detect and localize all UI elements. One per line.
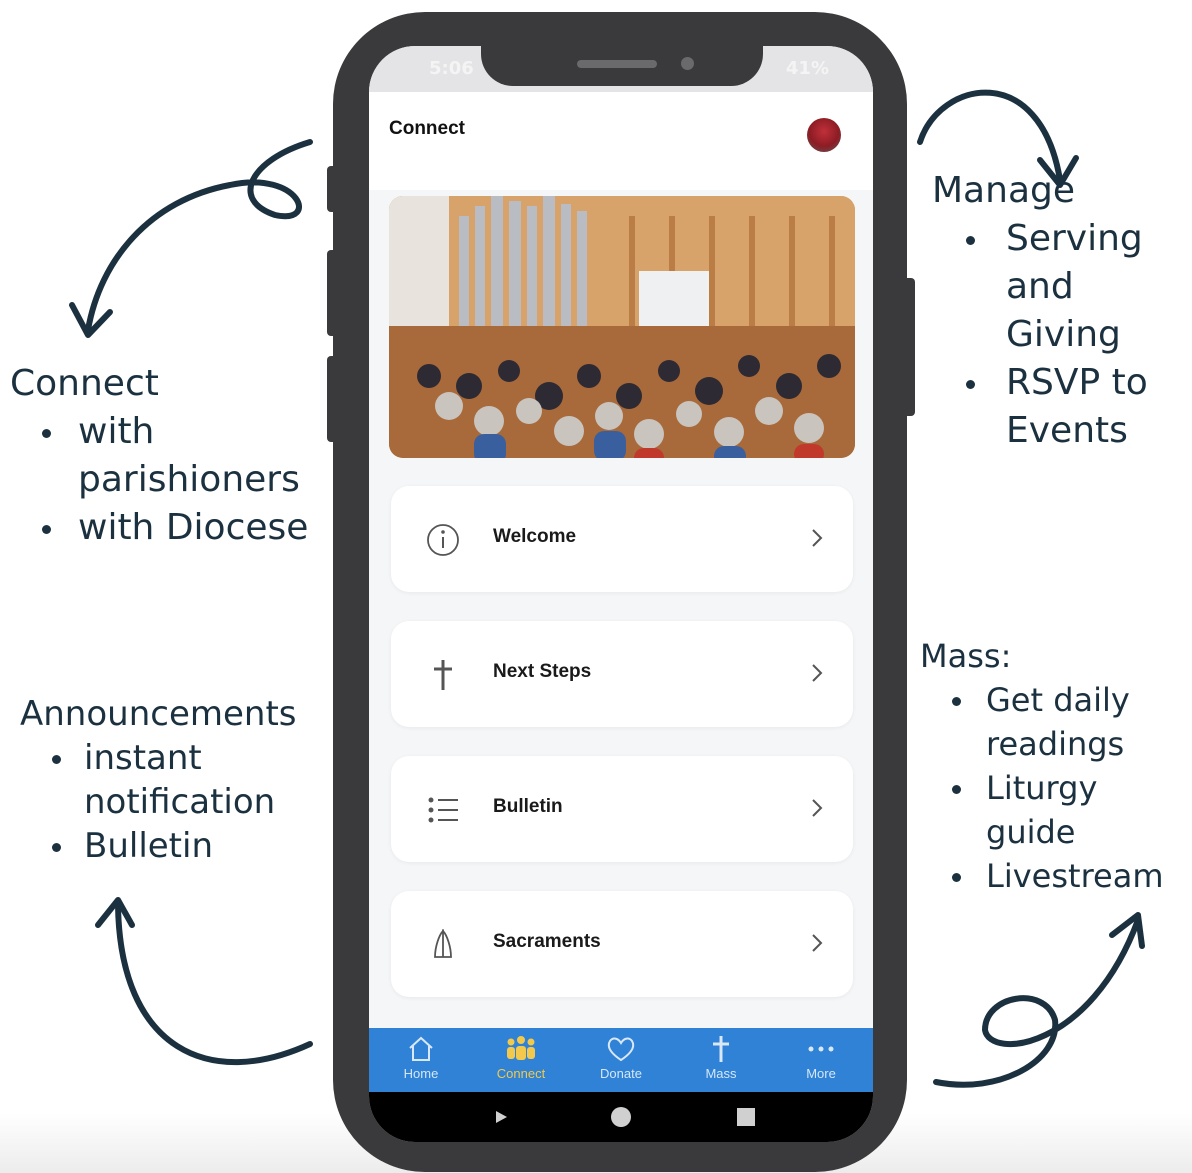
heart-icon xyxy=(607,1037,635,1062)
menu-item-sacraments[interactable]: Sacraments xyxy=(391,891,853,997)
tab-mass[interactable]: Mass xyxy=(671,1028,771,1092)
phone-screen: 5:06 41% Connect Welcome Next Steps Bull… xyxy=(369,46,873,1142)
cross-icon xyxy=(434,660,452,690)
tab-more[interactable]: More xyxy=(771,1028,871,1092)
announcements-arrowhead xyxy=(95,897,135,928)
speaker-grill xyxy=(577,60,657,68)
announcements-arrow xyxy=(115,902,313,1066)
status-time: 5:06 xyxy=(429,58,474,79)
tab-donate[interactable]: Donate xyxy=(571,1028,671,1092)
tab-label: Donate xyxy=(600,1066,642,1081)
menu-item-welcome[interactable]: Welcome xyxy=(391,486,853,592)
chevron-right-icon xyxy=(812,799,823,817)
tab-label: Home xyxy=(403,1066,439,1081)
tab-label: Connect xyxy=(496,1066,546,1081)
camera-notch xyxy=(481,46,763,86)
bottom-tab-bar: Home Connect Donate Mass More xyxy=(369,1028,873,1092)
tab-label: More xyxy=(806,1066,836,1081)
tab-label: Mass xyxy=(705,1066,737,1081)
list-icon xyxy=(428,797,458,823)
menu-item-label: Welcome xyxy=(493,526,577,547)
chevron-right-icon xyxy=(812,934,823,952)
mass-arrow xyxy=(933,917,1141,1088)
people-icon xyxy=(507,1036,535,1060)
tab-home[interactable]: Home xyxy=(371,1028,471,1092)
page-title: Connect xyxy=(389,118,465,139)
home-icon xyxy=(409,1036,433,1061)
church-hero-image xyxy=(389,196,855,458)
system-nav-bar xyxy=(369,1092,873,1142)
dots-icon xyxy=(808,1046,834,1052)
recents-icon xyxy=(737,1108,755,1126)
menu-item-label: Sacraments xyxy=(493,931,601,952)
menu-item-label: Next Steps xyxy=(493,661,592,682)
praying-hands-icon xyxy=(434,928,452,958)
menu-item-label: Bulletin xyxy=(493,796,563,817)
manage-arrow xyxy=(917,89,1063,183)
menu-item-next-steps[interactable]: Next Steps xyxy=(391,621,853,727)
menu-item-bulletin[interactable]: Bulletin xyxy=(391,756,853,862)
tab-connect[interactable]: Connect xyxy=(471,1028,571,1092)
connect-arrow xyxy=(85,139,313,333)
cross-icon xyxy=(713,1036,729,1062)
front-camera xyxy=(681,57,694,70)
system-nav-buttons xyxy=(496,1107,755,1127)
chevron-right-icon xyxy=(812,664,823,682)
back-icon xyxy=(496,1111,507,1123)
avatar[interactable] xyxy=(807,118,841,152)
chevron-right-icon xyxy=(812,529,823,547)
battery-level: 41% xyxy=(785,58,829,79)
info-icon xyxy=(427,524,459,556)
home-circle-icon xyxy=(611,1107,631,1127)
